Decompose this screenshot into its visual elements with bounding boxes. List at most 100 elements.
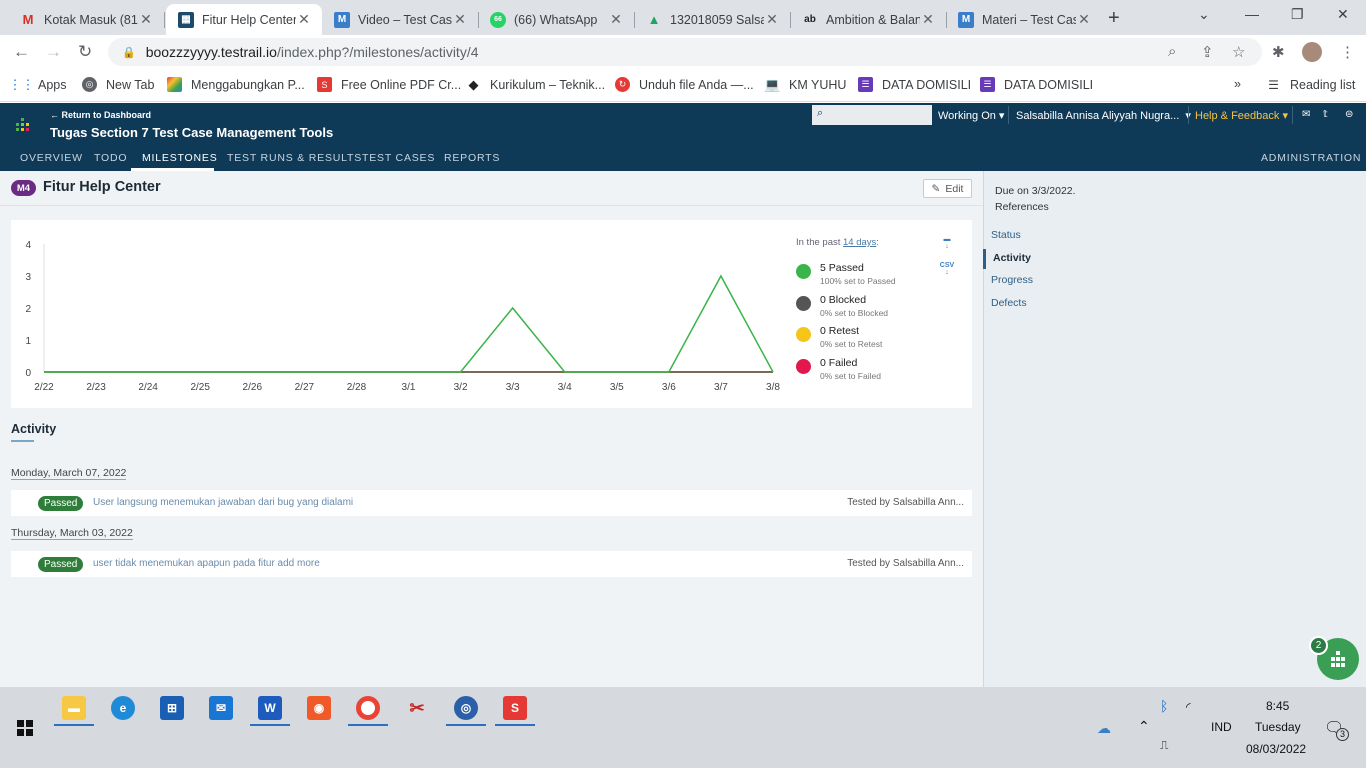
- close-tab-icon[interactable]: ✕: [296, 11, 312, 28]
- period-link[interactable]: 14 days: [843, 237, 876, 248]
- bookmark-km-yuhu[interactable]: 💻 KM YUHU: [764, 77, 846, 92]
- bookmark-kurikulum[interactable]: ◆ Kurikulum – Teknik...: [466, 77, 606, 92]
- bookmark-free-pdf[interactable]: S Free Online PDF Cr...: [317, 77, 461, 92]
- s-app-icon[interactable]: S: [503, 696, 527, 720]
- address-bar[interactable]: 🔒 boozzzyyyy.testrail.io/index.php?/mile…: [108, 38, 1262, 66]
- bookmark-unduh[interactable]: ↻ Unduh file Anda —...: [615, 77, 754, 92]
- test-link[interactable]: user tidak menemukan apapun pada fitur a…: [93, 558, 320, 569]
- mail-icon[interactable]: ✉: [1302, 109, 1310, 120]
- app-orange-icon[interactable]: ◉: [307, 696, 331, 720]
- activity-row[interactable]: Passed User langsung menemukan jawaban d…: [11, 490, 972, 516]
- close-window-button[interactable]: ✕: [1337, 6, 1349, 23]
- tab-video-test-case[interactable]: M Video – Test Case ✕: [322, 4, 478, 35]
- sidebar-item-activity[interactable]: Activity: [993, 252, 1031, 264]
- forward-icon[interactable]: →: [45, 42, 62, 62]
- menu-icon[interactable]: ⋮: [1340, 43, 1355, 61]
- tab-search-icon[interactable]: ⌄: [1198, 6, 1210, 23]
- legend-dot: [796, 327, 811, 342]
- tab-ambition[interactable]: ab Ambition & Balan ✕: [790, 4, 946, 35]
- bookmark-data-domisili-1[interactable]: ☰ DATA DOMISILI: [858, 77, 971, 92]
- close-tab-icon[interactable]: ✕: [920, 11, 936, 28]
- close-tab-icon[interactable]: ✕: [608, 11, 624, 28]
- activity-row[interactable]: Passed user tidak menemukan apapun pada …: [11, 551, 972, 577]
- search-input[interactable]: [812, 105, 932, 125]
- sidebar-item-progress[interactable]: Progress: [991, 274, 1033, 286]
- testrail-logo-icon[interactable]: [16, 118, 30, 134]
- extensions-icon[interactable]: ✱: [1272, 43, 1285, 61]
- onedrive-icon[interactable]: ☁: [1097, 720, 1111, 737]
- edit-button[interactable]: ✎ Edit: [923, 179, 972, 198]
- close-tab-icon[interactable]: ✕: [452, 11, 468, 28]
- close-tab-icon[interactable]: ✕: [138, 11, 154, 28]
- x-tick-label: 3/5: [610, 382, 624, 393]
- back-icon[interactable]: ←: [13, 42, 30, 62]
- minimize-button[interactable]: —: [1245, 6, 1259, 22]
- y-tick-label: 4: [25, 240, 31, 251]
- input-language[interactable]: IND: [1211, 720, 1232, 734]
- status-badge: Passed: [38, 557, 84, 572]
- word-icon[interactable]: W: [258, 696, 282, 720]
- x-tick-label: 2/23: [86, 382, 106, 393]
- share-icon[interactable]: ⇪: [1201, 43, 1214, 61]
- clock-time[interactable]: 8:45: [1266, 699, 1289, 713]
- nav-overview[interactable]: OVERVIEW: [20, 152, 83, 164]
- page-title: Fitur Help Center: [43, 179, 161, 195]
- bookmark-menggabungkan[interactable]: Menggabungkan P...: [167, 77, 305, 92]
- clock-date[interactable]: 08/03/2022: [1246, 742, 1306, 756]
- export-csv-icon[interactable]: CSV ↓: [939, 262, 955, 278]
- store-icon[interactable]: ⊞: [160, 696, 184, 720]
- tab-gmail[interactable]: M Kotak Masuk (81) ✕: [8, 4, 164, 35]
- tray-expand-icon[interactable]: ⌃: [1138, 718, 1150, 735]
- export-image-icon[interactable]: ▬ ↓: [939, 236, 955, 252]
- tab-whatsapp[interactable]: 66 (66) WhatsApp ✕: [478, 4, 634, 35]
- app-blue-icon[interactable]: ◎: [454, 696, 478, 720]
- reading-list-button[interactable]: ☰ Reading list: [1266, 77, 1355, 92]
- nav-administration[interactable]: ADMINISTRATION: [1261, 152, 1361, 164]
- bookmark-data-domisili-2[interactable]: ☰ DATA DOMISILI: [980, 77, 1093, 92]
- bookmark-apps[interactable]: ⋮⋮ Apps: [9, 77, 67, 92]
- x-tick-label: 2/26: [243, 382, 263, 393]
- due-info: Due on 3/3/2022. References: [995, 185, 1076, 213]
- mail-app-icon[interactable]: ✉: [209, 696, 233, 720]
- nav-todo[interactable]: TODO: [94, 152, 127, 164]
- reading-list-icon: ☰: [1268, 77, 1279, 92]
- edge-icon[interactable]: e: [111, 696, 135, 720]
- clock-day[interactable]: Tuesday: [1255, 720, 1301, 734]
- wifi-icon[interactable]: ◜: [1186, 700, 1191, 714]
- sidebar-item-defects[interactable]: Defects: [991, 297, 1027, 309]
- zoom-icon[interactable]: ⌕: [1168, 43, 1176, 60]
- tab-materi[interactable]: M Materi – Test Cas ✕: [946, 4, 1102, 35]
- bookmark-new-tab[interactable]: ◎ New Tab: [82, 77, 154, 92]
- return-to-dashboard-link[interactable]: ← Return to Dashboard: [50, 110, 151, 120]
- network-icon[interactable]: ⎍: [1160, 738, 1168, 753]
- user-dropdown[interactable]: Salsabilla Annisa Aliyyah Nugra... ▾: [1016, 109, 1191, 122]
- x-tick-label: 2/25: [190, 382, 210, 393]
- pdf-merge-icon: [167, 77, 182, 92]
- rss-icon[interactable]: ⊜: [1345, 109, 1353, 120]
- tab-fitur-help-center[interactable]: ▦ Fitur Help Center ✕: [166, 4, 322, 35]
- new-tab-button[interactable]: +: [1108, 7, 1120, 30]
- file-explorer-icon[interactable]: ▬: [62, 696, 86, 720]
- working-on-dropdown[interactable]: Working On ▾: [938, 109, 1004, 122]
- nav-reports[interactable]: REPORTS: [444, 152, 500, 164]
- windows-start-icon[interactable]: [17, 720, 33, 736]
- reload-icon[interactable]: ↻: [78, 42, 92, 62]
- nav-milestones[interactable]: MILESTONES: [142, 152, 218, 164]
- restore-button[interactable]: ❐: [1291, 6, 1304, 23]
- more-bookmarks-icon[interactable]: »: [1234, 77, 1241, 91]
- help-feedback-dropdown[interactable]: Help & Feedback ▾: [1195, 109, 1288, 122]
- test-link[interactable]: User langsung menemukan jawaban dari bug…: [93, 497, 353, 508]
- close-tab-icon[interactable]: ✕: [764, 11, 780, 28]
- sidebar-item-status[interactable]: Status: [991, 229, 1021, 241]
- bluetooth-icon[interactable]: ᛒ: [1160, 698, 1168, 714]
- close-tab-icon[interactable]: ✕: [1076, 11, 1092, 28]
- nav-test-cases[interactable]: TEST CASES: [362, 152, 435, 164]
- twitter-icon[interactable]: 𝕥: [1323, 109, 1328, 120]
- gmail-icon: M: [22, 12, 34, 27]
- avatar[interactable]: [1302, 42, 1322, 62]
- chrome-icon[interactable]: [356, 696, 380, 720]
- snipping-tool-icon[interactable]: ✂: [405, 696, 429, 720]
- nav-test-runs[interactable]: TEST RUNS & RESULTS: [227, 152, 362, 164]
- bookmark-star-icon[interactable]: ☆: [1232, 43, 1245, 61]
- tab-drive[interactable]: ▲ 132018059 Salsab ✕: [634, 4, 790, 35]
